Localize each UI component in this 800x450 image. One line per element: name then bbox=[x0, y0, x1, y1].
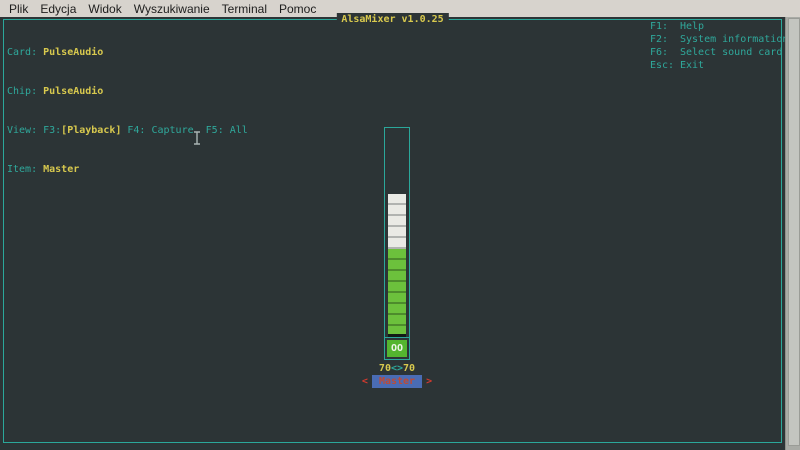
card-value: PulseAudio bbox=[43, 47, 103, 58]
item-row: Item: Master bbox=[7, 163, 248, 176]
volume-fill bbox=[388, 194, 406, 338]
alsamixer-title: AlsaMixer v1.0.25 bbox=[336, 13, 448, 26]
next-control-arrow: > bbox=[426, 375, 432, 388]
help-row-f6: F6:Select sound card bbox=[650, 46, 788, 59]
scrollbar-thumb[interactable] bbox=[788, 18, 800, 446]
card-row: Card: PulseAudio bbox=[7, 46, 248, 59]
menu-item-terminal[interactable]: Terminal bbox=[216, 1, 273, 17]
menu-item-file[interactable]: Plik bbox=[3, 1, 34, 17]
chip-value: PulseAudio bbox=[43, 86, 103, 97]
help-label-esc: Exit bbox=[680, 60, 704, 71]
help-key-f2: F2: bbox=[650, 33, 680, 46]
chip-row: Chip: PulseAudio bbox=[7, 85, 248, 98]
volume-left-value: 70 bbox=[379, 363, 391, 374]
help-key-esc: Esc: bbox=[650, 59, 680, 72]
help-label-f2: System information bbox=[680, 34, 788, 45]
help-key-f1: F1: bbox=[650, 20, 680, 33]
item-label: Item: bbox=[7, 164, 37, 175]
view-f3-key: F3: bbox=[43, 125, 61, 136]
selected-control-name: Master bbox=[372, 375, 422, 388]
volume-right-value: 70 bbox=[403, 363, 415, 374]
view-other-modes: F4: Capture F5: All bbox=[127, 125, 247, 136]
help-row-f2: F2:System information bbox=[650, 33, 788, 46]
terminal-scrollbar[interactable] bbox=[785, 17, 800, 450]
view-label: View: bbox=[7, 125, 37, 136]
bar-divider bbox=[385, 337, 409, 338]
terminal-viewport: AlsaMixer v1.0.25 Card:PulseAudio Chip:P… bbox=[0, 17, 785, 450]
help-label-f6: Select sound card bbox=[680, 47, 782, 58]
volume-fill-upper-segment bbox=[388, 194, 406, 249]
menu-item-view[interactable]: Widok bbox=[82, 1, 127, 17]
mute-indicator[interactable]: OO bbox=[387, 340, 407, 357]
view-playback-mode: [Playback] bbox=[61, 125, 121, 136]
card-label: Card: bbox=[7, 47, 37, 58]
help-key-f6: F6: bbox=[650, 46, 680, 59]
text-cursor-pointer bbox=[192, 130, 202, 146]
channel-link-glyph: <> bbox=[391, 363, 403, 374]
chip-label: Chip: bbox=[7, 86, 37, 97]
help-block: F1:Help F2:System information F6:Select … bbox=[650, 20, 788, 72]
menu-item-edit[interactable]: Edycja bbox=[34, 1, 82, 17]
help-row-esc: Esc:Exit bbox=[650, 59, 788, 72]
prev-control-arrow: < bbox=[362, 375, 368, 388]
volume-fill-lower-segment bbox=[388, 249, 406, 334]
help-label-f1: Help bbox=[680, 21, 704, 32]
volume-bar-master[interactable]: OO bbox=[384, 127, 410, 360]
menu-item-search[interactable]: Wyszukiwanie bbox=[128, 1, 216, 17]
mixer-info-block: Card: PulseAudio Chip: PulseAudio View: F3:… bbox=[7, 20, 248, 202]
selected-control-row[interactable]: < Master > bbox=[334, 374, 460, 388]
view-row: View: F3:[Playback] F4: Capture F5: All bbox=[7, 124, 248, 137]
help-row-f1: F1:Help bbox=[650, 20, 788, 33]
item-value: Master bbox=[43, 164, 79, 175]
menu-item-help[interactable]: Pomoc bbox=[273, 1, 322, 17]
